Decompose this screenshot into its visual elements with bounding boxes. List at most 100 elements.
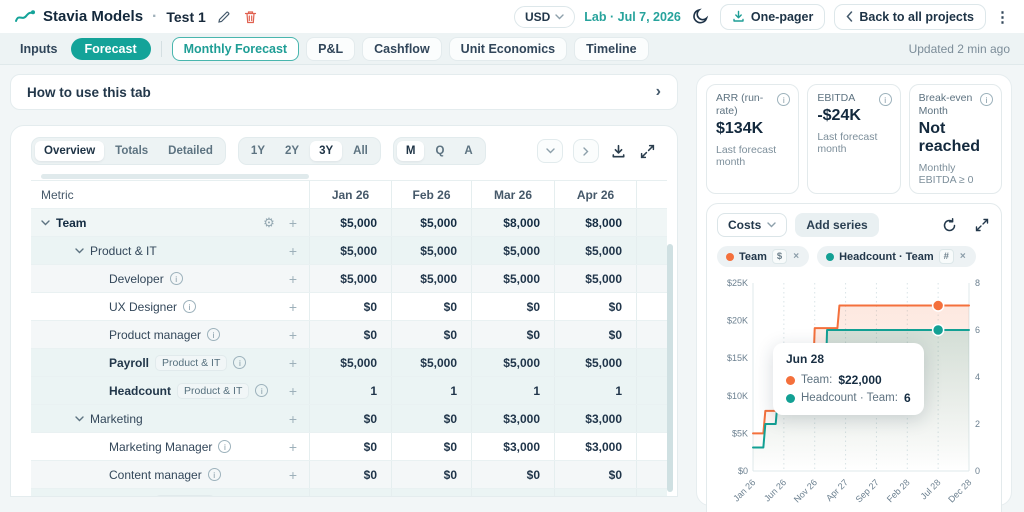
- info-icon[interactable]: i: [878, 93, 892, 106]
- add-row-button[interactable]: +: [289, 411, 297, 427]
- one-pager-button[interactable]: One-pager: [719, 3, 826, 30]
- currency-select[interactable]: USD: [513, 5, 576, 28]
- info-icon[interactable]: i: [221, 496, 234, 497]
- add-row-button[interactable]: +: [289, 271, 297, 287]
- legend-chip[interactable]: Team $ ×: [717, 246, 810, 268]
- collapse-rows-button[interactable]: [537, 139, 563, 163]
- info-icon[interactable]: i: [979, 93, 993, 106]
- period-option-m[interactable]: M: [396, 141, 425, 161]
- range-option-3y[interactable]: 3Y: [310, 141, 343, 161]
- svg-text:2: 2: [975, 419, 980, 429]
- expand-table-button[interactable]: [638, 142, 657, 161]
- legend-series-name: Headcount · Team: [839, 250, 934, 263]
- info-icon[interactable]: i: [169, 272, 183, 285]
- collapse-chevron-icon[interactable]: [75, 247, 84, 254]
- column-header-extra: [636, 181, 667, 208]
- chart-metric-select[interactable]: Costs: [717, 213, 788, 238]
- tab-inputs[interactable]: Inputs: [14, 38, 64, 60]
- collapse-chevron-icon[interactable]: [75, 415, 84, 422]
- period-option-a[interactable]: A: [455, 141, 481, 161]
- value-cell: $0: [309, 461, 391, 488]
- value-cell: $3,000: [471, 433, 554, 460]
- settings-gear-icon[interactable]: ⚙: [263, 215, 275, 231]
- add-row-button[interactable]: +: [289, 439, 297, 455]
- next-columns-button[interactable]: [573, 139, 599, 163]
- horizontal-scrollbar[interactable]: [41, 174, 309, 179]
- tooltip-value: 6: [903, 391, 911, 406]
- tab-forecast[interactable]: Forecast: [70, 37, 151, 60]
- view-option-totals[interactable]: Totals: [106, 141, 157, 161]
- value-cell: $5,000: [391, 265, 471, 292]
- period-option-q[interactable]: Q: [426, 141, 453, 161]
- range-option-all[interactable]: All: [344, 141, 377, 161]
- add-row-button[interactable]: +: [289, 467, 297, 483]
- value-cell: $0: [309, 321, 391, 348]
- unit-badge: #: [938, 249, 954, 265]
- tab-unit-economics[interactable]: Unit Economics: [448, 36, 568, 61]
- main-content: How to use this tab › Overview Totals Deta…: [0, 65, 1024, 512]
- row-label: Marketing: [90, 411, 143, 426]
- vertical-scrollbar[interactable]: [667, 244, 673, 492]
- download-table-button[interactable]: [609, 142, 628, 161]
- delete-project-button[interactable]: [242, 8, 259, 26]
- collapse-chevron-icon[interactable]: [41, 219, 50, 226]
- currency-value: USD: [524, 9, 551, 24]
- add-row-button[interactable]: +: [289, 355, 297, 371]
- value-cell: $3,000: [554, 489, 636, 496]
- svg-text:$5K: $5K: [732, 429, 748, 439]
- add-row-button[interactable]: +: [289, 243, 297, 259]
- value-cell: $3,000: [471, 405, 554, 432]
- edit-project-button[interactable]: [215, 8, 233, 26]
- trash-icon: [244, 10, 256, 23]
- info-icon[interactable]: i: [233, 356, 247, 369]
- column-header-4: Apr 26: [554, 181, 636, 208]
- range-option-2y[interactable]: 2Y: [276, 141, 308, 161]
- table-row: Developer i + $5,000 $5,000 $5,000 $5,000: [31, 265, 667, 293]
- value-cell: 1: [309, 377, 391, 404]
- more-menu-button[interactable]: ⋮: [995, 8, 1010, 26]
- svg-text:Apr 27: Apr 27: [824, 478, 850, 504]
- remove-series-icon[interactable]: ×: [959, 251, 967, 262]
- dark-mode-toggle[interactable]: [690, 6, 711, 27]
- value-cell-extra: [636, 265, 667, 292]
- value-cell: $5,000: [309, 237, 391, 264]
- range-segment: 1Y 2Y 3Y All: [237, 137, 381, 165]
- tab-monthly-forecast[interactable]: Monthly Forecast: [171, 36, 300, 61]
- kpi-value: $134K: [716, 120, 764, 138]
- tab-timeline[interactable]: Timeline: [574, 36, 649, 61]
- info-icon[interactable]: i: [183, 300, 197, 313]
- remove-series-icon[interactable]: ×: [792, 251, 800, 262]
- metric-cell: Payroll Marketing i +: [31, 489, 309, 497]
- column-header-2: Feb 26: [391, 181, 471, 208]
- forecast-table: Metric Jan 26 Feb 26 Mar 26 Apr 26 Team ⚙ + $5,0…: [31, 180, 667, 497]
- table-row: Team ⚙ + $5,000 $5,000 $8,000 $8,000: [31, 209, 667, 237]
- row-category-tag: Marketing: [155, 494, 216, 496]
- howto-panel[interactable]: How to use this tab ›: [10, 74, 678, 110]
- range-option-1y[interactable]: 1Y: [242, 141, 274, 161]
- tab-p-l[interactable]: P&L: [306, 36, 356, 61]
- add-row-button[interactable]: +: [289, 383, 297, 399]
- view-option-overview[interactable]: Overview: [35, 141, 105, 161]
- value-cell: 1: [471, 377, 554, 404]
- add-row-button[interactable]: +: [289, 215, 297, 231]
- value-cell: $5,000: [554, 349, 636, 376]
- info-icon[interactable]: i: [207, 468, 221, 481]
- value-cell: $0: [554, 321, 636, 348]
- value-cell: $0: [391, 433, 471, 460]
- add-series-button[interactable]: Add series: [795, 213, 879, 238]
- add-row-button[interactable]: +: [289, 495, 297, 497]
- svg-text:Jan 26: Jan 26: [731, 478, 757, 504]
- info-icon[interactable]: i: [207, 328, 221, 341]
- mode-date-label[interactable]: Lab · Jul 7, 2026: [584, 10, 681, 24]
- reset-chart-button[interactable]: [940, 216, 959, 235]
- add-row-button[interactable]: +: [289, 299, 297, 315]
- legend-chip[interactable]: Headcount · Team # ×: [817, 246, 976, 268]
- add-row-button[interactable]: +: [289, 327, 297, 343]
- info-icon[interactable]: i: [218, 440, 232, 453]
- expand-chart-button[interactable]: [973, 216, 991, 234]
- tab-cashflow[interactable]: Cashflow: [362, 36, 442, 61]
- table-row: PayrollMarketingi+$0$0$3,000$3,000: [31, 489, 667, 497]
- view-option-detailed[interactable]: Detailed: [159, 141, 222, 161]
- back-to-projects-button[interactable]: Back to all projects: [834, 3, 986, 30]
- info-icon[interactable]: i: [255, 384, 269, 397]
